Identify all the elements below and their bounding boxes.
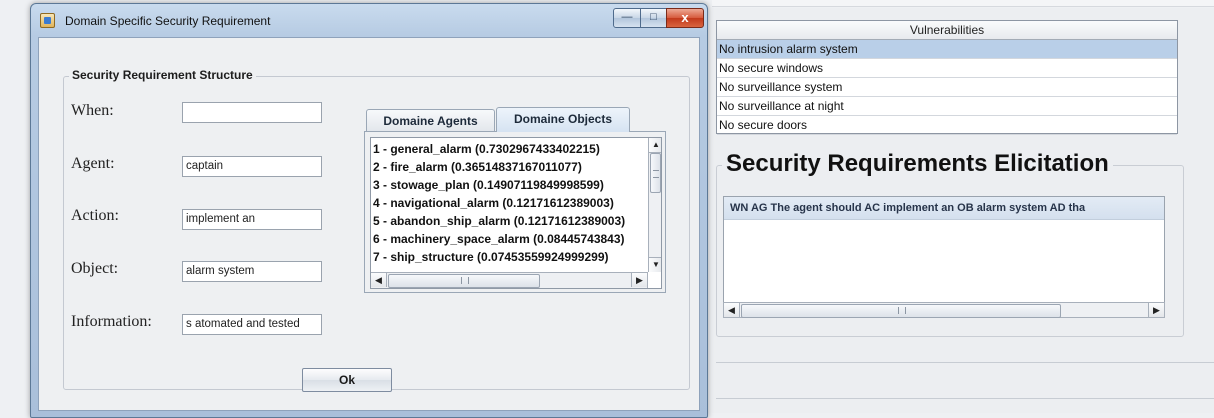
elicitation-scroll-thumb[interactable] bbox=[741, 304, 1061, 318]
list-item[interactable]: 2 - fire_alarm (0.36514837167011077) bbox=[373, 158, 582, 176]
grip-icon bbox=[461, 277, 469, 284]
security-requirement-dialog: Domain Specific Security Requirement — □… bbox=[30, 3, 708, 418]
when-label: When: bbox=[71, 102, 114, 119]
java-app-icon bbox=[40, 13, 55, 28]
action-label: Action: bbox=[71, 207, 119, 224]
tab-domaine-objects[interactable]: Domaine Objects bbox=[496, 107, 630, 132]
maximize-button[interactable]: □ bbox=[640, 8, 667, 28]
divider bbox=[716, 398, 1214, 399]
vulnerability-row[interactable]: No surveillance at night bbox=[717, 97, 1177, 116]
list-item[interactable]: 7 - ship_structure (0.07453559924999299) bbox=[373, 248, 608, 266]
requirement-structure-legend: Security Requirement Structure bbox=[69, 68, 256, 82]
dialog-title: Domain Specific Security Requirement bbox=[65, 14, 271, 28]
scroll-left-icon[interactable]: ◀ bbox=[371, 273, 387, 287]
ok-button[interactable]: Ok bbox=[302, 368, 392, 392]
vulnerability-row[interactable]: No secure doors bbox=[717, 116, 1177, 135]
list-hscroll-thumb[interactable] bbox=[388, 274, 540, 288]
grip-icon bbox=[898, 307, 906, 314]
vulnerabilities-header[interactable]: Vulnerabilities bbox=[717, 21, 1177, 40]
object-field[interactable]: alarm system bbox=[182, 261, 322, 282]
list-item[interactable]: 1 - general_alarm (0.7302967433402215) bbox=[373, 140, 600, 158]
list-item[interactable]: 5 - abandon_ship_alarm (0.12171612389003… bbox=[373, 212, 625, 230]
action-field[interactable]: implement an bbox=[182, 209, 322, 230]
grip-icon bbox=[653, 170, 659, 178]
scroll-up-icon[interactable]: ▲ bbox=[649, 138, 661, 153]
list-item[interactable]: 4 - navigational_alarm (0.12171612389003… bbox=[373, 194, 614, 212]
scroll-left-icon[interactable]: ◀ bbox=[724, 303, 740, 317]
dialog-title-bar[interactable]: Domain Specific Security Requirement — □… bbox=[31, 4, 707, 38]
elicitation-output-area[interactable]: WN AG The agent should AC implement an O… bbox=[723, 196, 1165, 304]
vulnerabilities-table: Vulnerabilities No intrusion alarm syste… bbox=[716, 20, 1178, 135]
main-window-top-strip bbox=[712, 0, 1214, 7]
information-label: Information: bbox=[71, 313, 152, 330]
agent-field[interactable]: captain bbox=[182, 156, 322, 177]
scroll-right-icon[interactable]: ▶ bbox=[631, 273, 647, 287]
list-scroll-thumb[interactable] bbox=[650, 153, 661, 193]
list-horizontal-scrollbar[interactable]: ◀ ▶ bbox=[371, 272, 648, 288]
list-item[interactable]: 6 - machinery_space_alarm (0.08445743843… bbox=[373, 230, 625, 248]
domain-objects-list[interactable]: 1 - general_alarm (0.7302967433402215) 2… bbox=[370, 137, 662, 289]
agent-label: Agent: bbox=[71, 155, 115, 172]
scroll-right-icon[interactable]: ▶ bbox=[1148, 303, 1164, 317]
close-button[interactable]: x bbox=[666, 8, 704, 28]
minimize-button[interactable]: — bbox=[613, 8, 641, 28]
list-item[interactable]: 3 - stowage_plan (0.14907119849998599) bbox=[373, 176, 604, 194]
elicitation-requirement-line[interactable]: WN AG The agent should AC implement an O… bbox=[724, 197, 1164, 220]
dialog-content: Security Requirement Structure When: Age… bbox=[38, 37, 700, 411]
scroll-down-icon[interactable]: ▼ bbox=[649, 257, 661, 272]
elicitation-horizontal-scrollbar[interactable]: ◀ ▶ bbox=[723, 302, 1165, 318]
object-label: Object: bbox=[71, 260, 119, 277]
list-vertical-scrollbar[interactable]: ▲ ▼ bbox=[648, 138, 661, 272]
divider bbox=[716, 362, 1214, 363]
information-field[interactable]: s atomated and tested bbox=[182, 314, 322, 335]
vulnerability-row[interactable]: No secure windows bbox=[717, 59, 1177, 78]
tab-domaine-agents[interactable]: Domaine Agents bbox=[366, 109, 495, 131]
elicitation-title: Security Requirements Elicitation bbox=[722, 150, 1113, 178]
vulnerability-row[interactable]: No intrusion alarm system bbox=[717, 40, 1177, 59]
vulnerability-row[interactable]: No surveillance system bbox=[717, 78, 1177, 97]
when-field[interactable] bbox=[182, 102, 322, 123]
